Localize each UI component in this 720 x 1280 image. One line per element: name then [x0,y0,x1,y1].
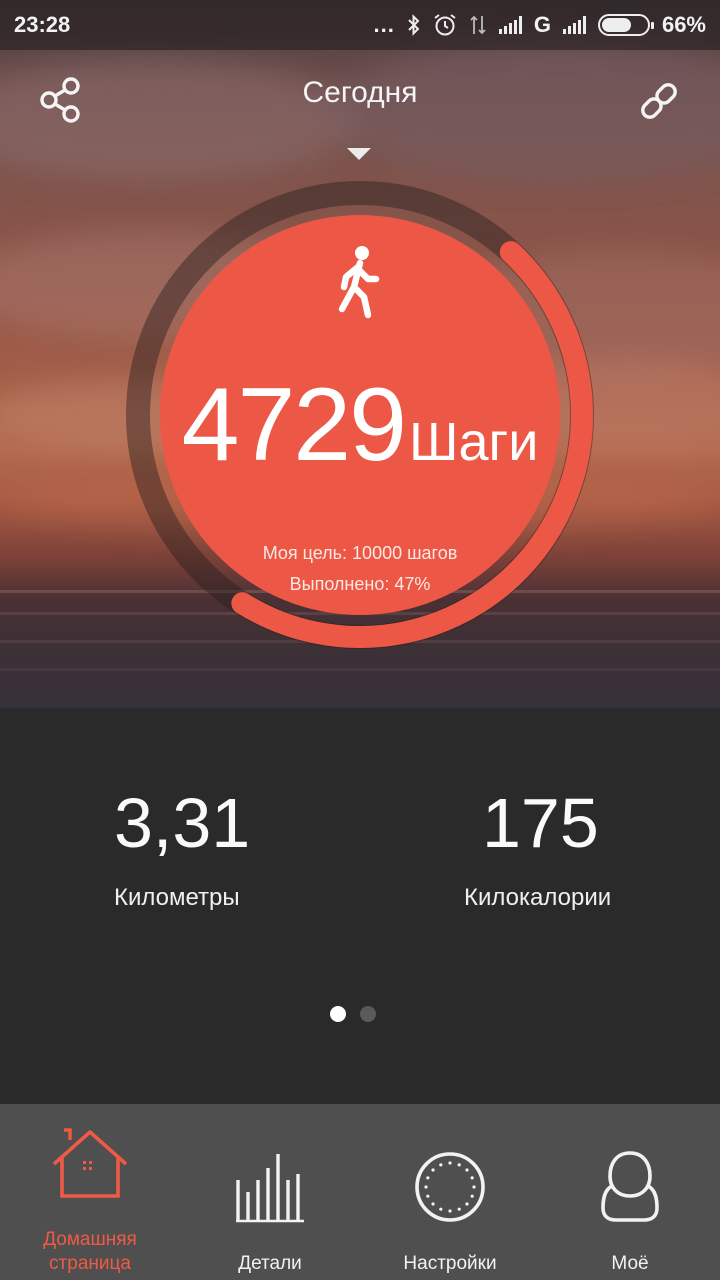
page-indicator [330,1006,376,1022]
link-icon[interactable] [636,78,682,124]
page-dot[interactable] [360,1006,376,1022]
dial-dot [457,1163,461,1167]
alarm-icon [434,14,456,36]
dial-dot [470,1176,474,1180]
nav-item-home[interactable]: Домашняя страница [0,1104,180,1280]
dial-icon [415,1152,485,1222]
status-bar: 23:28 ... G 66% [0,0,720,50]
nav-item-profile[interactable]: Моё [540,1104,720,1280]
bluetooth-icon [408,14,420,36]
nav-label-home: Домашняя страница [43,1229,137,1274]
stats-panel[interactable]: 3,31 Километры 175 Килокалории [0,708,720,1104]
dial-dot [448,1161,452,1165]
home-icon [52,1128,128,1198]
network-type: G [533,12,551,37]
steps-unit: Шаги [408,412,539,472]
calories-value: 175 [482,784,599,862]
dial-dot [448,1209,452,1213]
dial-dot [431,1202,435,1206]
dial-dot [465,1168,469,1172]
dial-dot [424,1185,428,1189]
dial-dot [426,1194,430,1198]
dial-dot [439,1163,443,1167]
steps-circle[interactable]: 4729 Шаги Моя цель: 10000 шагов Выполнен… [160,215,560,615]
dial-dot [470,1194,474,1198]
bar-chart-icon [236,1154,304,1223]
calories-label: Килокалории [464,884,612,911]
page-dot-active[interactable] [330,1006,346,1022]
distance-value: 3,31 [114,784,251,862]
steps-count: 4729 [181,367,407,483]
status-indicators: ... G 66% [373,12,706,38]
sea-wave [0,668,720,671]
page-title[interactable]: Сегодня [0,76,720,110]
steps-row: 4729 Шаги [182,373,539,477]
dial-dot [472,1185,476,1189]
bottom-navigation: Домашняя страница Детали Настройки Моё [0,1104,720,1280]
signal-icon [562,16,586,34]
walking-person-icon [338,246,380,319]
nav-label-details: Детали [238,1253,302,1274]
goal-text: Моя цель: 10000 шагов [262,543,458,563]
nav-label-settings: Настройки [403,1253,497,1274]
chevron-down-icon[interactable] [347,148,371,160]
dial-dot [431,1168,435,1172]
notification-dots: ... [373,12,395,37]
battery-icon [597,14,654,36]
nav-item-details[interactable]: Детали [180,1104,360,1280]
battery-percent: 66% [661,12,706,37]
status-time: 23:28 [14,12,71,37]
data-transfer-icon [470,15,486,35]
dial-dot [457,1207,461,1211]
nav-label-profile: Моё [611,1253,649,1274]
dial-dot [465,1202,469,1206]
dial-dot [426,1176,430,1180]
distance-label: Километры [114,884,240,911]
profile-icon [601,1151,659,1222]
dial-dot [439,1207,443,1211]
completed-text: Выполнено: 47% [289,574,431,594]
signal-icon [498,16,522,34]
nav-item-settings[interactable]: Настройки [360,1104,540,1280]
